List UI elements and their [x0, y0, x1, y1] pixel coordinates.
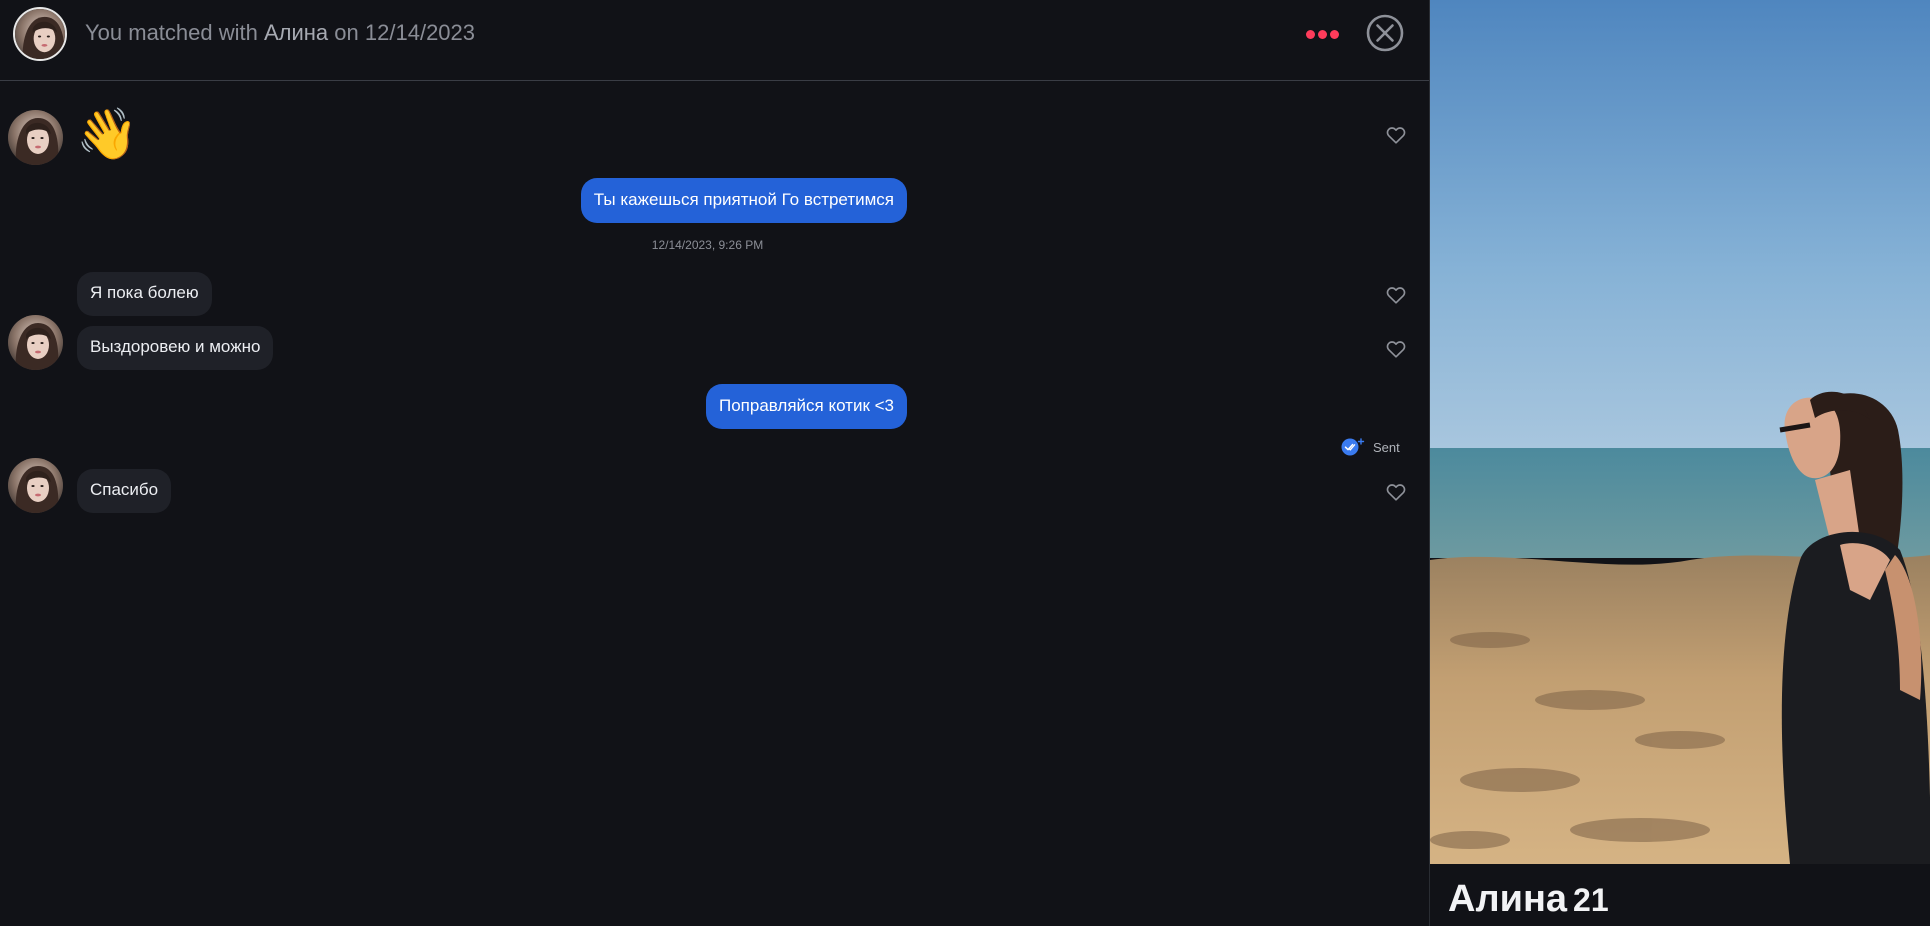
app-window: You matched with Алина on 12/14/2023 👋 Т… [0, 0, 1930, 926]
like-heart-icon[interactable] [1385, 124, 1407, 146]
chat-header: You matched with Алина on 12/14/2023 [0, 0, 1429, 81]
profile-photo[interactable] [1430, 0, 1930, 864]
message-timestamp: 12/14/2023, 9:26 PM [651, 238, 764, 252]
match-avatar[interactable] [13, 7, 67, 61]
sender-avatar[interactable] [8, 110, 63, 165]
outgoing-message: Ты кажешься приятной Го встретимся [580, 178, 907, 223]
incoming-message: Выздоровею и можно [77, 326, 274, 370]
profile-age: 21 [1573, 882, 1609, 918]
match-title-prefix: You matched with [85, 20, 258, 45]
like-heart-icon[interactable] [1385, 481, 1407, 503]
profile-panel: Алина 21 [1429, 0, 1930, 926]
incoming-message: Спасибо [77, 469, 172, 513]
close-circle-icon[interactable] [1366, 14, 1404, 52]
profile-name: Алина [1448, 878, 1568, 920]
match-date: 12/14/2023 [364, 20, 476, 45]
sender-avatar[interactable] [8, 458, 63, 513]
like-heart-icon[interactable] [1385, 284, 1407, 306]
match-name: Алина [263, 20, 329, 45]
sent-status-label: Sent [1373, 439, 1400, 455]
chat-pane: You matched with Алина on 12/14/2023 👋 Т… [0, 0, 1429, 926]
more-dots-icon[interactable] [1302, 22, 1342, 46]
outgoing-message: Поправляйся котик <3 [705, 384, 907, 429]
incoming-message: Я пока болею [77, 272, 212, 316]
match-title-middle: on [334, 20, 359, 45]
match-title: You matched with Алина on 12/14/2023 [85, 20, 475, 46]
like-heart-icon[interactable] [1385, 338, 1407, 360]
wave-emoji-message: 👋 [76, 106, 139, 162]
read-receipt-icon [1340, 437, 1365, 457]
profile-name-age: Алина 21 [1448, 878, 1609, 921]
sender-avatar[interactable] [8, 315, 63, 370]
sent-status: Sent [1340, 437, 1400, 457]
